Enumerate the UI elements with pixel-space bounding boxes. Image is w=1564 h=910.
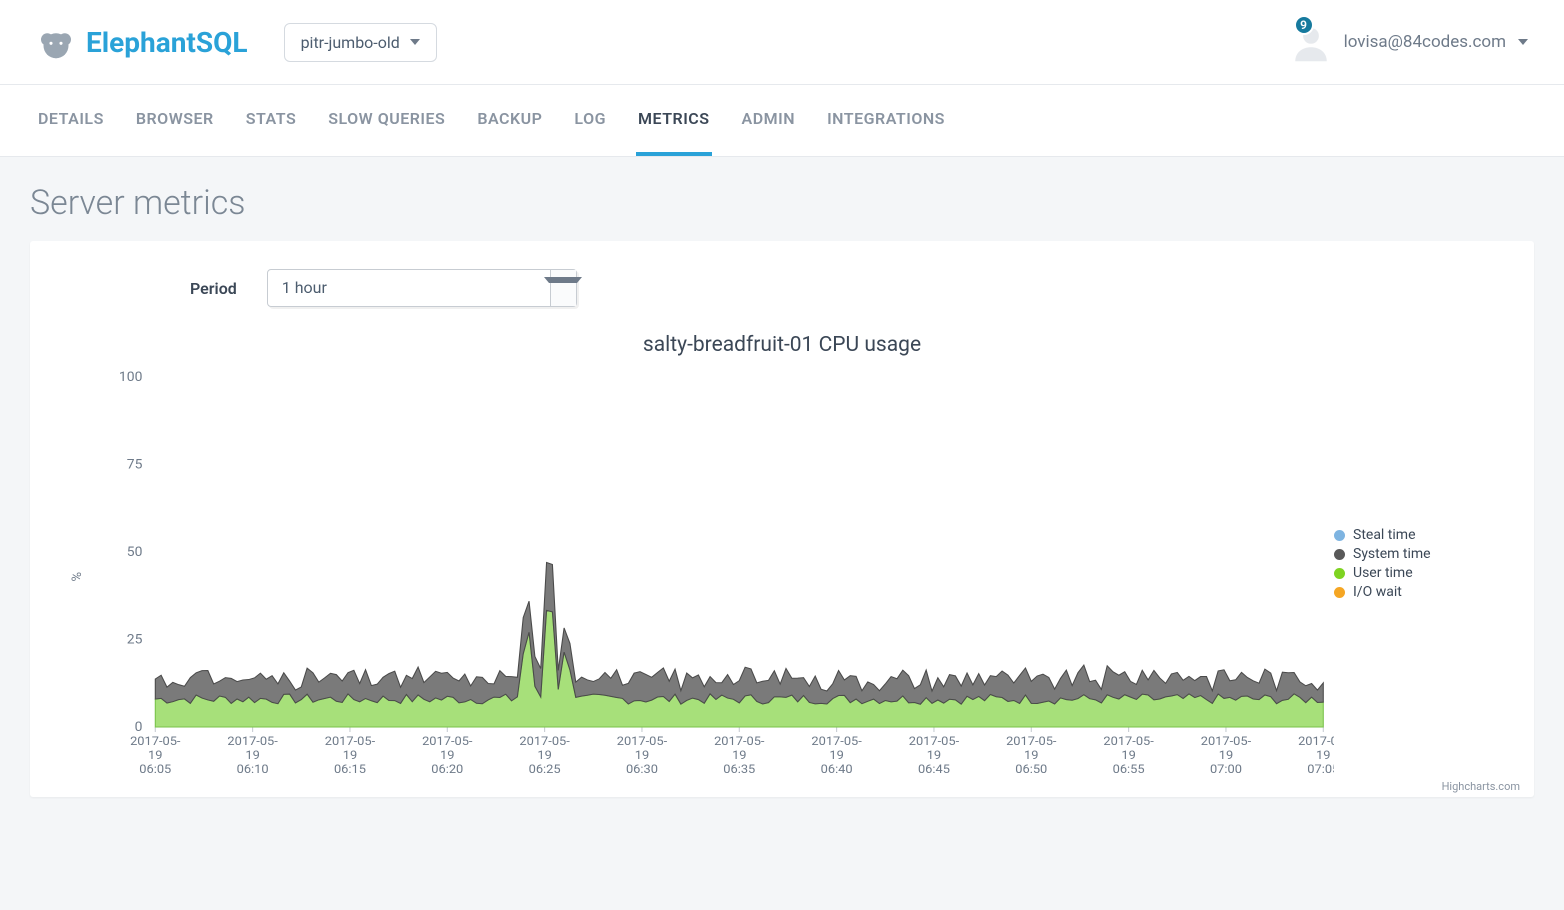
svg-text:19: 19	[343, 748, 357, 762]
user-email: lovisa@84codes.com	[1344, 32, 1506, 52]
svg-text:2017-05-: 2017-05-	[130, 734, 181, 748]
svg-text:07:05: 07:05	[1307, 762, 1334, 776]
legend-system-time[interactable]: System time	[1334, 546, 1494, 562]
svg-text:19: 19	[635, 748, 649, 762]
tab-details[interactable]: DETAILS	[36, 85, 106, 156]
svg-text:2017-05-: 2017-05-	[1298, 734, 1334, 748]
svg-text:2017-05-: 2017-05-	[519, 734, 570, 748]
chart-credit[interactable]: Highcharts.com	[1442, 780, 1520, 793]
chart-title: salty-breadfruit-01 CPU usage	[70, 333, 1494, 357]
tab-integrations[interactable]: INTEGRATIONS	[825, 85, 947, 156]
svg-text:2017-05-: 2017-05-	[1103, 734, 1154, 748]
svg-text:19: 19	[1316, 748, 1330, 762]
nav-tabs: DETAILS BROWSER STATS SLOW QUERIES BACKU…	[0, 85, 1564, 157]
period-label: Period	[190, 279, 237, 298]
svg-text:2017-05-: 2017-05-	[909, 734, 960, 748]
top-bar: ElephantSQL pitr-jumbo-old 9 lovisa@84co…	[0, 0, 1564, 85]
svg-text:19: 19	[829, 748, 843, 762]
cpu-chart: 02550751002017-05-1906:052017-05-1906:10…	[91, 367, 1334, 787]
period-row: Period 1 hour	[190, 269, 1494, 307]
svg-text:19: 19	[732, 748, 746, 762]
y-axis-label: %	[70, 572, 85, 582]
dot-icon	[1334, 549, 1345, 560]
svg-text:19: 19	[1219, 748, 1233, 762]
svg-text:2017-05-: 2017-05-	[1201, 734, 1252, 748]
dot-icon	[1334, 530, 1345, 541]
svg-text:2017-05-: 2017-05-	[714, 734, 765, 748]
svg-text:0: 0	[135, 720, 143, 734]
svg-text:19: 19	[537, 748, 551, 762]
svg-text:100: 100	[119, 370, 142, 384]
svg-text:06:25: 06:25	[529, 762, 561, 776]
svg-text:19: 19	[245, 748, 259, 762]
legend-steal-time[interactable]: Steal time	[1334, 527, 1494, 543]
svg-text:2017-05-: 2017-05-	[325, 734, 376, 748]
svg-text:2017-05-: 2017-05-	[422, 734, 473, 748]
brand-logo[interactable]: ElephantSQL	[36, 22, 248, 62]
svg-text:06:15: 06:15	[334, 762, 366, 776]
svg-text:50: 50	[127, 545, 143, 559]
svg-text:19: 19	[1024, 748, 1038, 762]
user-menu[interactable]: 9 lovisa@84codes.com	[1290, 21, 1528, 63]
svg-text:19: 19	[440, 748, 454, 762]
svg-text:75: 75	[127, 458, 143, 472]
instance-selected-label: pitr-jumbo-old	[301, 33, 400, 52]
avatar: 9	[1290, 21, 1332, 63]
chart-legend: Steal time System time User time I/O wai…	[1334, 367, 1494, 603]
legend-io-wait[interactable]: I/O wait	[1334, 584, 1494, 600]
legend-user-time[interactable]: User time	[1334, 565, 1494, 581]
notification-badge: 9	[1294, 15, 1314, 35]
svg-text:25: 25	[127, 633, 143, 647]
svg-text:19: 19	[927, 748, 941, 762]
page-title: Server metrics	[0, 157, 1564, 241]
svg-text:07:00: 07:00	[1210, 762, 1242, 776]
svg-text:06:10: 06:10	[237, 762, 269, 776]
tab-admin[interactable]: ADMIN	[740, 85, 798, 156]
instance-select[interactable]: pitr-jumbo-old	[284, 23, 437, 62]
period-select[interactable]: 1 hour	[267, 269, 577, 307]
svg-text:2017-05-: 2017-05-	[617, 734, 668, 748]
tab-backup[interactable]: BACKUP	[475, 85, 544, 156]
tab-browser[interactable]: BROWSER	[134, 85, 216, 156]
elephant-icon	[36, 22, 76, 62]
tab-log[interactable]: LOG	[572, 85, 608, 156]
dot-icon	[1334, 587, 1345, 598]
svg-text:06:55: 06:55	[1113, 762, 1145, 776]
chevron-down-icon	[1518, 39, 1528, 45]
tab-stats[interactable]: STATS	[244, 85, 299, 156]
svg-text:2017-05-: 2017-05-	[227, 734, 278, 748]
tab-slow-queries[interactable]: SLOW QUERIES	[326, 85, 447, 156]
tab-metrics[interactable]: METRICS	[636, 85, 712, 156]
svg-text:06:40: 06:40	[821, 762, 853, 776]
svg-text:19: 19	[1121, 748, 1135, 762]
metrics-card: Period 1 hour salty-breadfruit-01 CPU us…	[30, 241, 1534, 797]
period-selected-value: 1 hour	[268, 270, 550, 306]
chevron-down-icon	[550, 270, 576, 306]
svg-text:06:30: 06:30	[626, 762, 658, 776]
svg-text:06:20: 06:20	[431, 762, 463, 776]
svg-text:19: 19	[148, 748, 162, 762]
svg-text:2017-05-: 2017-05-	[811, 734, 862, 748]
svg-text:06:05: 06:05	[139, 762, 171, 776]
svg-text:2017-05-: 2017-05-	[1006, 734, 1057, 748]
dot-icon	[1334, 568, 1345, 579]
svg-text:06:45: 06:45	[918, 762, 950, 776]
svg-text:06:50: 06:50	[1015, 762, 1047, 776]
svg-text:06:35: 06:35	[723, 762, 755, 776]
brand-text: ElephantSQL	[86, 26, 248, 59]
chevron-down-icon	[410, 39, 420, 45]
